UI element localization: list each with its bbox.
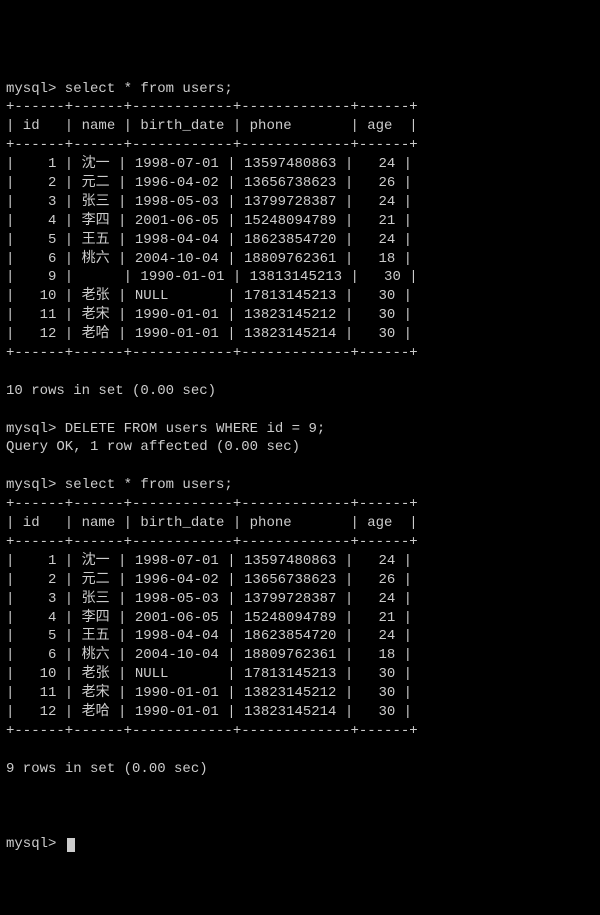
prompt-line[interactable]: mysql> <box>6 835 594 854</box>
terminal-output: mysql> select * from users; +------+----… <box>6 80 594 798</box>
cursor <box>67 838 75 852</box>
mysql-prompt: mysql> <box>6 836 65 852</box>
